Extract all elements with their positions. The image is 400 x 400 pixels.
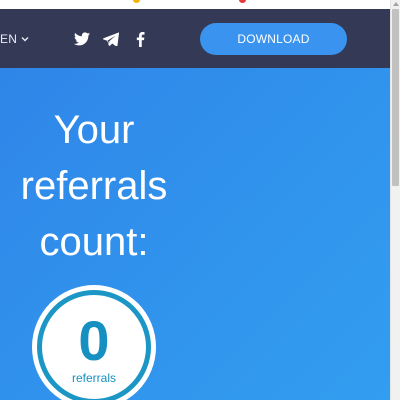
language-label: EN: [0, 32, 18, 46]
language-selector[interactable]: EN: [0, 31, 29, 47]
scroll-up-arrow-icon[interactable]: [393, 2, 399, 6]
chevron-down-icon: [21, 37, 29, 42]
scrollbar-thumb[interactable]: [392, 9, 399, 186]
page-title: Your referrals count:: [0, 102, 188, 270]
title-line-2: referrals: [20, 164, 168, 208]
browser-top-strip: [0, 0, 390, 9]
favicon-dot-red: [239, 0, 246, 3]
telegram-icon[interactable]: [102, 30, 120, 48]
title-line-3: count:: [39, 220, 149, 264]
referral-count-label: referrals: [71, 371, 116, 385]
referral-count-value: 0: [78, 309, 110, 372]
referral-counter-ring: 0 referrals: [37, 290, 151, 400]
twitter-icon[interactable]: [73, 30, 91, 48]
facebook-icon[interactable]: [131, 30, 149, 48]
favicon-dot-yellow: [133, 0, 140, 3]
title-line-1: Your: [53, 108, 135, 152]
site-header: EN DOWNLOAD: [0, 9, 390, 68]
download-button[interactable]: DOWNLOAD: [200, 23, 347, 55]
referrals-hero: Your referrals count: 0 referrals: [0, 68, 390, 400]
referral-counter-badge: 0 referrals: [32, 285, 156, 400]
vertical-scrollbar[interactable]: [390, 0, 400, 400]
